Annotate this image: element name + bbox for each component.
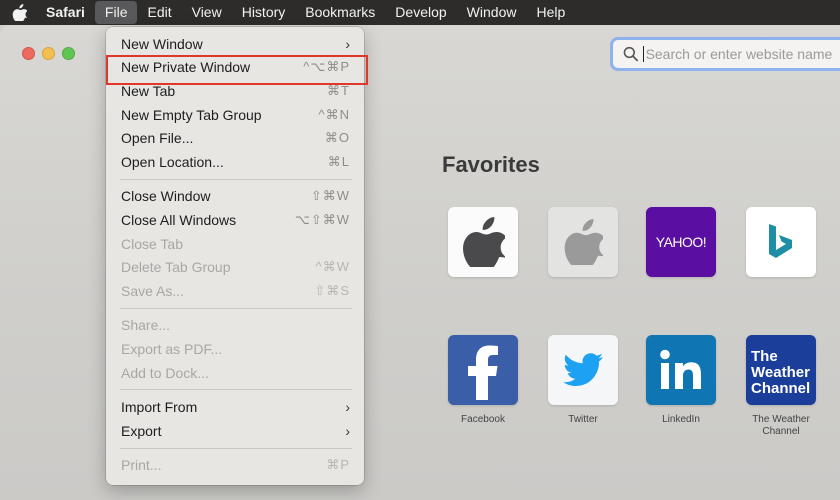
menu-item-share: Share... [106,314,364,338]
menu-item-label: Close All Windows [121,211,237,228]
menu-item-export[interactable]: Export › [106,419,364,443]
file-menu-dropdown: New Window › New Private Window ^⌥⌘P New… [106,27,368,485]
menu-item-shortcut: ⌘O [324,130,350,146]
menu-help[interactable]: Help [526,0,575,25]
menu-item-label: Export as PDF... [121,340,223,357]
zoom-window-button[interactable] [62,47,75,60]
menu-item-shortcut: ⌘P [326,457,350,473]
menu-item-print: Print... ⌘P [106,454,364,478]
menu-file[interactable]: File [94,1,138,24]
menu-item-close-tab: Close Tab [106,232,364,256]
twitter-logo-icon [548,335,618,405]
menu-item-import-from[interactable]: Import From › [106,395,364,419]
menu-item-label: Open File... [121,130,194,147]
linkedin-logo-icon [646,335,716,405]
favorites-heading: Favorites [442,152,540,177]
menu-window[interactable]: Window [457,0,527,25]
menu-item-label: New Window [121,35,203,52]
favorite-bing[interactable] [746,207,816,277]
menu-item-shortcut: ⇧⌘S [314,282,350,298]
menu-item-label: Delete Tab Group [121,259,231,276]
menu-item-label: Import From [121,399,198,416]
menu-item-save-as: Save As... ⇧⌘S [106,279,364,303]
close-window-button[interactable] [22,47,35,60]
favorite-label: Twitter [568,414,598,425]
favorite-apple-2[interactable] [548,207,618,277]
favorite-twitter[interactable]: Twitter [548,335,618,426]
menu-item-add-to-dock: Add to Dock... [106,361,364,385]
favorite-weather-channel[interactable]: The Weather Channel The Weather Channel [746,335,816,438]
menu-item-shortcut: ^⌥⌘P [303,59,350,75]
menu-item-open-location[interactable]: Open Location... ⌘L [106,150,364,174]
search-input[interactable] [642,46,840,62]
menu-item-new-window[interactable]: New Window › [106,32,364,56]
chevron-right-icon: › [345,422,350,439]
menu-item-shortcut: ^⌘W [315,259,350,275]
favorite-apple-1[interactable] [448,207,518,277]
menu-separator [120,178,352,180]
menu-item-new-private-window[interactable]: New Private Window ^⌥⌘P [106,54,368,85]
chevron-right-icon: › [345,35,350,52]
menu-develop[interactable]: Develop [385,0,456,25]
favorite-label: Facebook [461,414,505,425]
menu-item-label: Share... [121,317,171,334]
menu-item-new-empty-tab-group[interactable]: New Empty Tab Group ^⌘N [106,103,364,127]
menu-item-label: New Tab [121,82,176,99]
favorite-facebook[interactable]: Facebook [448,335,518,426]
menu-item-shortcut: ⌘T [327,82,350,98]
menu-bar: Safari File Edit View History Bookmarks … [0,0,840,25]
menu-item-label: Close Window [121,188,211,205]
yahoo-logo-text: YAHOO! [655,234,707,250]
menu-item-label: Save As... [121,282,185,299]
menu-bookmarks[interactable]: Bookmarks [295,0,385,25]
favorite-label: The Weather Channel [752,414,810,437]
favorite-label: LinkedIn [662,414,700,425]
menu-view[interactable]: View [182,0,232,25]
menu-separator [120,389,352,391]
menu-separator [120,447,352,449]
menu-item-label: Print... [121,457,162,474]
apple-menu-icon[interactable] [0,4,38,21]
yahoo-logo-icon: YAHOO! [646,207,716,277]
search-icon [623,46,638,62]
weather-channel-logo-icon: The Weather Channel [746,335,816,405]
facebook-logo-icon [448,335,518,405]
menu-item-label: Add to Dock... [121,364,209,381]
menu-item-shortcut: ^⌘N [318,106,350,122]
menu-item-close-all-windows[interactable]: Close All Windows ⌥⇧⌘W [106,208,364,232]
menu-item-new-tab[interactable]: New Tab ⌘T [106,79,364,103]
weather-channel-logo-text: The Weather Channel [751,348,811,397]
menu-app-safari[interactable]: Safari [38,0,95,25]
minimize-window-button[interactable] [42,47,55,60]
menu-item-label: Open Location... [121,153,224,170]
menu-separator [120,307,352,309]
menu-edit[interactable]: Edit [137,0,181,25]
apple-logo-icon [448,207,518,277]
menu-item-label: Close Tab [121,235,184,252]
favorite-yahoo[interactable]: YAHOO! [646,207,716,277]
menu-item-open-file[interactable]: Open File... ⌘O [106,126,364,150]
address-bar[interactable] [610,37,840,71]
menu-item-label: Export [121,422,162,439]
menu-item-label: New Empty Tab Group [121,106,262,123]
menu-item-shortcut: ⌘L [327,153,350,169]
menu-history[interactable]: History [232,0,296,25]
menu-item-export-as-pdf: Export as PDF... [106,337,364,361]
chevron-right-icon: › [345,399,350,416]
menu-item-delete-tab-group: Delete Tab Group ^⌘W [106,255,364,279]
bing-logo-icon [746,207,816,277]
menu-item-label: New Private Window [121,59,251,76]
apple-logo-icon [548,207,618,277]
menu-item-shortcut: ⌥⇧⌘W [294,211,350,227]
menu-item-close-window[interactable]: Close Window ⇧⌘W [106,185,364,209]
favorite-linkedin[interactable]: LinkedIn [646,335,716,426]
menu-item-shortcut: ⇧⌘W [310,188,350,204]
